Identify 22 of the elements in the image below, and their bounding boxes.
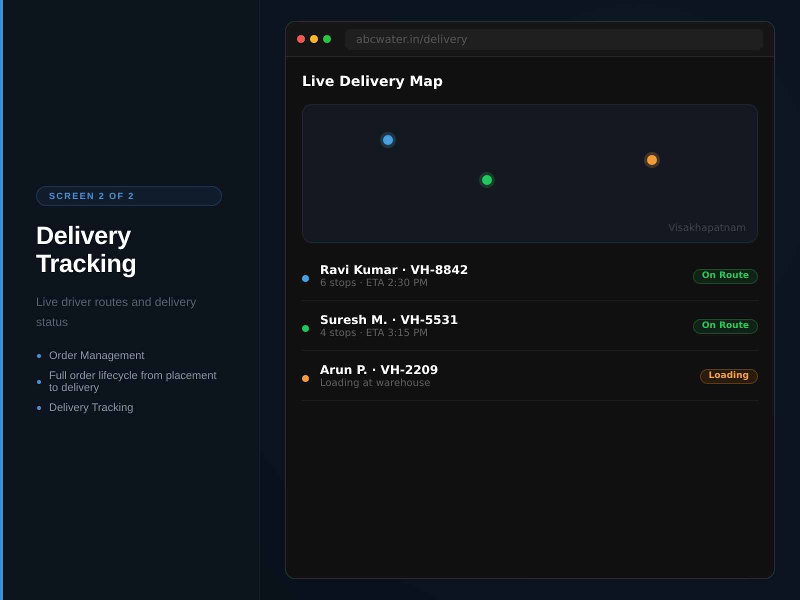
driver-detail: 4 stops · ETA 3:15 PM xyxy=(320,328,429,340)
window-close-icon[interactable] xyxy=(297,35,305,43)
feature-text: Full order lifecycle from placement to delivery xyxy=(49,370,218,394)
driver-detail: Loading at warehouse xyxy=(320,378,432,390)
page-subtitle: Live driver routes and delivery status xyxy=(36,294,198,331)
page-title: Delivery Tracking xyxy=(36,222,138,278)
section-title: Live Delivery Map xyxy=(302,73,444,91)
driver-detail: 6 stops · ETA 2:30 PM xyxy=(320,278,429,290)
driver-name: Ravi Kumar · VH-8842 xyxy=(320,263,470,278)
window-minimize-icon[interactable] xyxy=(310,35,318,43)
driver-name: Arun P. · VH-2209 xyxy=(320,363,440,378)
status-badge: On Route xyxy=(692,269,758,284)
bullet-icon xyxy=(37,406,41,410)
screen-badge: SCREEN 2 OF 2 xyxy=(36,186,222,206)
feature-text: Order Management xyxy=(49,350,144,362)
bullet-icon xyxy=(37,354,41,358)
status-badge: Loading xyxy=(700,369,758,384)
driver-name: Suresh M. · VH-5531 xyxy=(320,313,460,328)
status-badge: On Route xyxy=(692,319,758,334)
bullet-icon xyxy=(37,380,41,384)
window-maximize-icon[interactable] xyxy=(323,35,331,43)
feature-text: Delivery Tracking xyxy=(49,402,134,414)
